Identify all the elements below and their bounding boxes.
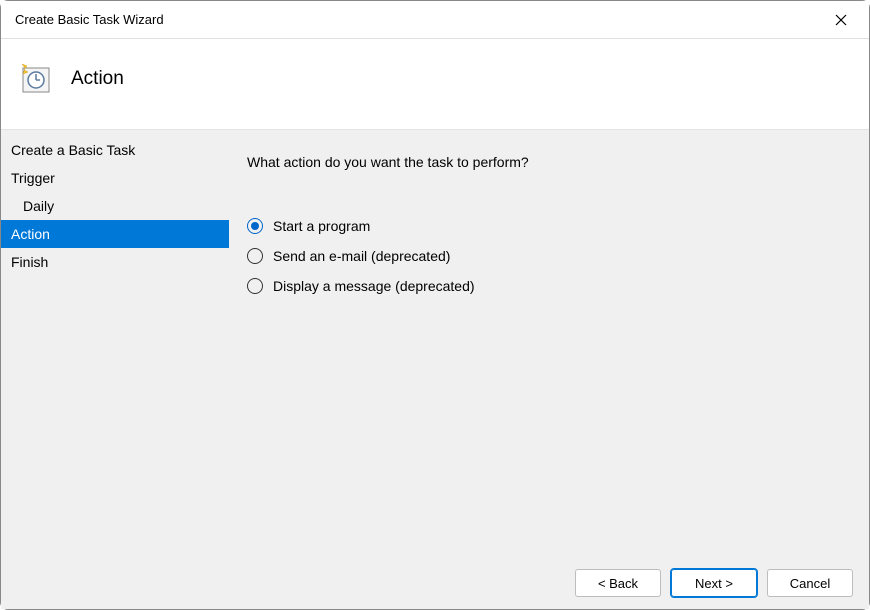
task-scheduler-icon (19, 62, 53, 96)
radio-send-email[interactable]: Send an e-mail (deprecated) (247, 248, 839, 264)
close-button[interactable] (827, 10, 855, 30)
radio-label: Display a message (deprecated) (273, 278, 475, 294)
window-title: Create Basic Task Wizard (15, 12, 164, 27)
wizard-footer: < Back Next > Cancel (1, 557, 869, 609)
sidebar-item-action[interactable]: Action (1, 220, 229, 248)
titlebar: Create Basic Task Wizard (1, 1, 869, 39)
cancel-button[interactable]: Cancel (767, 569, 853, 597)
radio-icon (247, 248, 263, 264)
page-title: Action (71, 68, 124, 90)
wizard-steps-sidebar: Create a Basic Task Trigger Daily Action… (1, 130, 229, 559)
sidebar-item-finish[interactable]: Finish (1, 248, 229, 276)
back-button[interactable]: < Back (575, 569, 661, 597)
radio-display-message[interactable]: Display a message (deprecated) (247, 278, 839, 294)
wizard-header: Action (1, 39, 869, 129)
radio-start-program[interactable]: Start a program (247, 218, 839, 234)
radio-icon (247, 278, 263, 294)
next-button[interactable]: Next > (671, 569, 757, 597)
sidebar-item-daily[interactable]: Daily (1, 192, 229, 220)
sidebar-item-trigger[interactable]: Trigger (1, 164, 229, 192)
prompt-text: What action do you want the task to perf… (247, 154, 839, 170)
wizard-body: Create a Basic Task Trigger Daily Action… (1, 129, 869, 559)
sidebar-item-create-basic-task[interactable]: Create a Basic Task (1, 136, 229, 164)
radio-label: Send an e-mail (deprecated) (273, 248, 450, 264)
close-icon (835, 14, 847, 26)
action-radio-group: Start a program Send an e-mail (deprecat… (247, 218, 839, 294)
wizard-main: What action do you want the task to perf… (229, 130, 869, 559)
radio-icon (247, 218, 263, 234)
radio-label: Start a program (273, 218, 370, 234)
